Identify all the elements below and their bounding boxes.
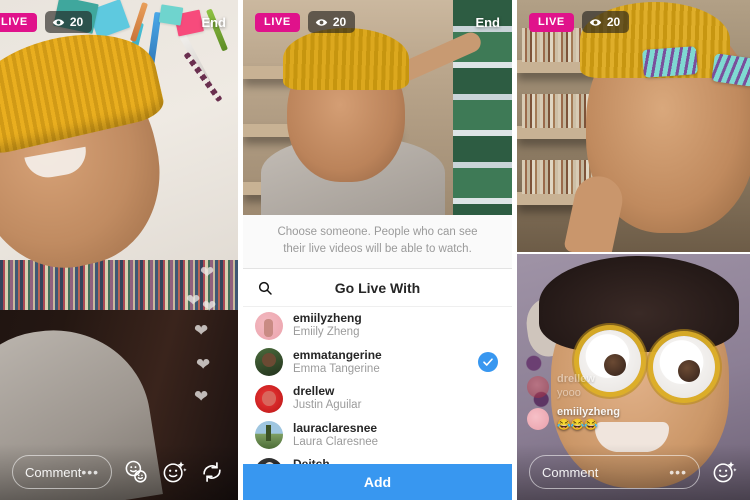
effects-icon[interactable] xyxy=(160,458,188,486)
avatar xyxy=(527,375,549,398)
effects-icon[interactable] xyxy=(710,458,738,486)
comment-input[interactable]: Comment ••• xyxy=(529,455,700,489)
bottom-bar-left: Comment ••• xyxy=(0,444,238,500)
fullname: Laura Claresnee xyxy=(293,435,379,448)
avatar xyxy=(255,348,283,377)
viewer-count-badge: 20 xyxy=(581,11,630,33)
eye-icon xyxy=(589,18,602,26)
comment-username: drellew xyxy=(557,373,595,385)
username: emiilyzheng xyxy=(293,311,362,326)
top-bar-left: LIVE 20 End xyxy=(0,0,238,44)
comment-input[interactable]: Comment ••• xyxy=(12,455,113,489)
comment-row: emiilyzheng 😂😂😂 xyxy=(527,406,702,434)
list-item[interactable]: emmatangerine Emma Tangerine xyxy=(243,344,512,381)
comment-placeholder: Comment xyxy=(542,464,599,480)
viewer-count-value: 20 xyxy=(69,15,84,29)
fullname: Justin Aguilar xyxy=(293,399,362,412)
fullname: Emiily Zheng xyxy=(293,326,360,339)
viewer-count-value: 20 xyxy=(606,15,621,29)
video-feed-guest: drellew yooo emiilyzheng 😂😂😂 Comment ••• xyxy=(517,252,750,500)
list-item[interactable]: drellew Justin Aguilar xyxy=(243,380,512,417)
add-button[interactable]: Add xyxy=(243,464,512,500)
user-text: lauraclaresnee Laura Claresnee xyxy=(293,421,378,450)
comment-text: emiilyzheng 😂😂😂 xyxy=(557,406,620,434)
selected-check-icon[interactable] xyxy=(478,352,498,373)
face-filter-eyebrow-right xyxy=(711,53,750,87)
search-icon[interactable] xyxy=(257,280,273,296)
viewer-count-value: 20 xyxy=(332,15,347,29)
top-bar-middle: LIVE 20 End xyxy=(243,0,512,44)
end-button[interactable]: End xyxy=(475,15,500,30)
user-text: emiilyzheng Emiily Zheng xyxy=(293,311,362,340)
eye-icon xyxy=(52,18,65,26)
top-bar-right: LIVE 20 xyxy=(517,0,750,44)
comment-username: emiilyzheng xyxy=(557,405,620,418)
heart-icon: ❤ xyxy=(194,387,209,406)
bottom-bar-right: Comment ••• xyxy=(517,444,750,500)
user-text: drellew Justin Aguilar xyxy=(293,384,361,413)
fullname: Emma Tangerine xyxy=(293,362,380,375)
floating-hearts: ❤ ❤ ❤ ❤ ❤ ❤ xyxy=(182,258,228,438)
person-hair xyxy=(539,256,739,352)
face-filter-eyebrow-left xyxy=(642,46,698,78)
comment-more-icon[interactable]: ••• xyxy=(669,464,687,480)
sheet-header: Go Live With xyxy=(243,269,512,308)
end-button[interactable]: End xyxy=(201,15,226,30)
comment-placeholder: Comment xyxy=(25,464,82,480)
switch-camera-icon[interactable] xyxy=(198,458,226,486)
heart-icon: ❤ xyxy=(196,355,211,374)
heart-icon: ❤ xyxy=(200,263,215,282)
avatar xyxy=(255,384,283,413)
comment-row: drellew yooo xyxy=(527,373,702,401)
viewer-count-badge: 20 xyxy=(44,11,93,33)
live-comments: drellew yooo emiilyzheng 😂😂😂 xyxy=(527,373,702,438)
username: lauraclaresnee xyxy=(293,420,378,435)
panel-live-with-split-screen: LIVE 20 drellew yooo emiilyzheng 😂😂😂 Com… xyxy=(517,0,750,500)
sheet-title: Go Live With xyxy=(334,279,421,296)
live-badge: LIVE xyxy=(255,12,300,32)
video-feed-host: LIVE 20 xyxy=(517,0,750,252)
list-item[interactable]: lauraclaresnee Laura Claresnee xyxy=(243,417,512,454)
comment-text: drellew yooo xyxy=(557,373,595,401)
viewer-count-badge: 20 xyxy=(307,11,356,33)
heart-icon: ❤ xyxy=(202,297,217,316)
live-badge: LIVE xyxy=(0,12,37,32)
go-live-with-sheet: Choose someone. People who can see their… xyxy=(243,215,512,500)
avatar xyxy=(527,408,549,431)
eye-icon xyxy=(315,18,328,26)
avatar xyxy=(255,311,283,340)
username: emmatangerine xyxy=(293,347,382,362)
sheet-hint-text: Choose someone. People who can see their… xyxy=(243,215,512,270)
heart-icon: ❤ xyxy=(186,291,201,310)
heart-icon: ❤ xyxy=(194,321,209,340)
panel-go-live-with-picker: LIVE 20 End Choose someone. People who c… xyxy=(243,0,512,500)
avatar xyxy=(255,421,283,450)
go-live-with-icon[interactable] xyxy=(122,458,150,486)
user-text: emmatangerine Emma Tangerine xyxy=(293,348,382,377)
panel-live-broadcast-solo: LIVE 20 End ❤ ❤ ❤ ❤ ❤ ❤ Comment ••• xyxy=(0,0,238,500)
list-item[interactable]: emiilyzheng Emiily Zheng xyxy=(243,307,512,344)
screenshot-root: LIVE 20 End ❤ ❤ ❤ ❤ ❤ ❤ Comment ••• LIVE… xyxy=(0,0,750,500)
username: drellew xyxy=(293,384,335,399)
live-badge: LIVE xyxy=(529,12,574,32)
comment-more-icon[interactable]: ••• xyxy=(81,464,99,480)
comment-message: 😂😂😂 xyxy=(557,419,599,432)
comment-message: yooo xyxy=(557,386,581,399)
